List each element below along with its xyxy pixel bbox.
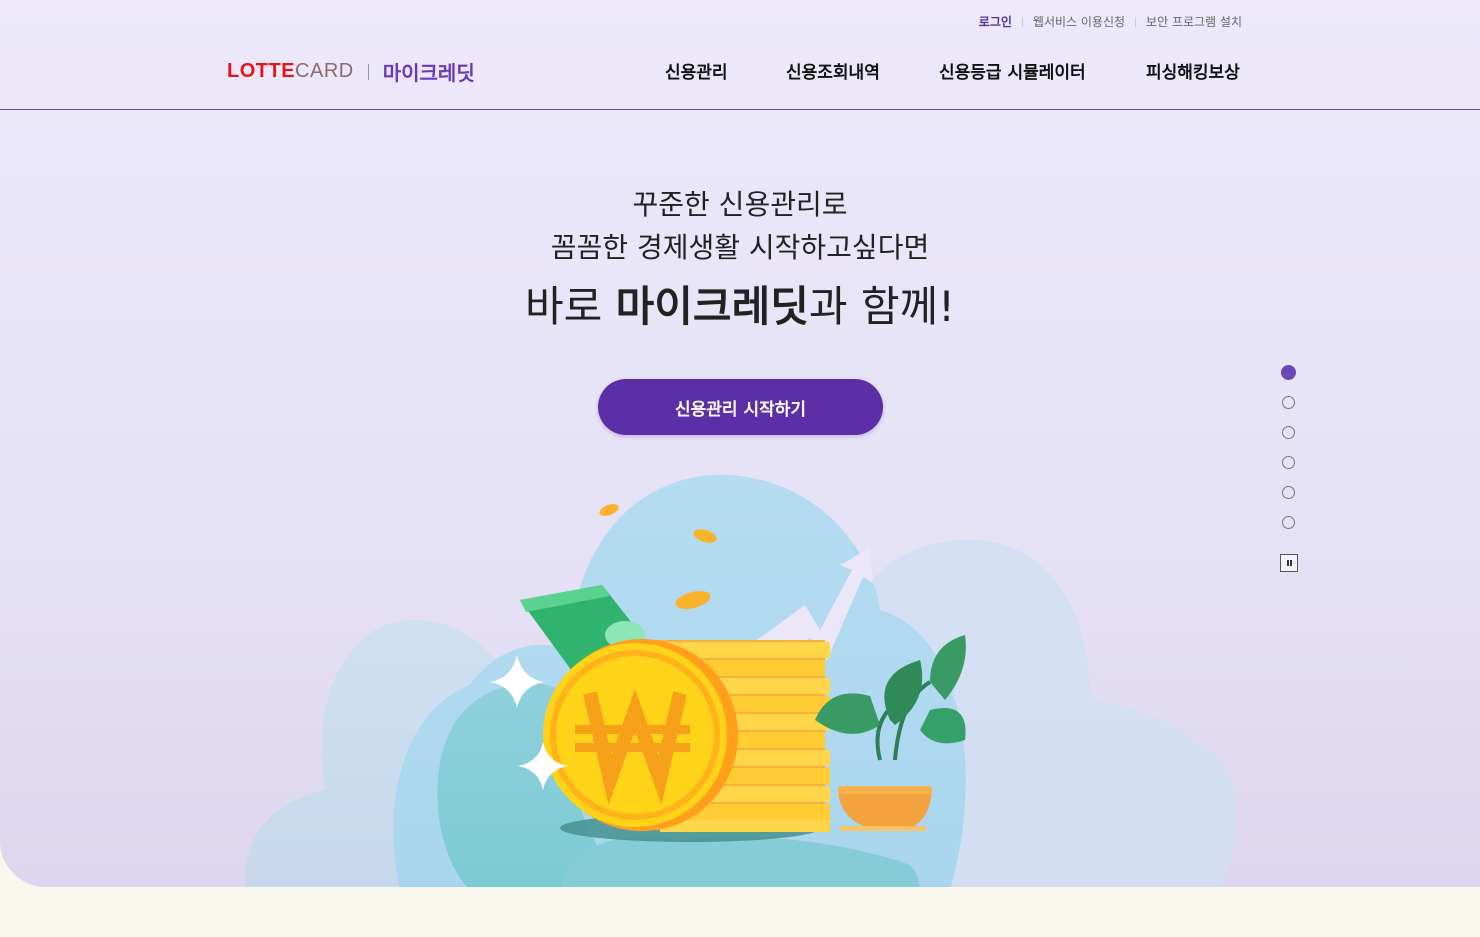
nav-credit-inquiry-history[interactable]: 신용조회내역 bbox=[786, 58, 880, 83]
hero-line-3-suffix: 과 함께! bbox=[808, 282, 955, 331]
slide-dot-1[interactable] bbox=[1281, 365, 1296, 380]
hero-illustration bbox=[244, 474, 1236, 887]
web-service-apply-link[interactable]: 웹서비스 이용신청 bbox=[1033, 13, 1125, 30]
floating-coin-1 bbox=[599, 504, 619, 516]
logo-lotte: LOTTE bbox=[227, 60, 296, 82]
site-header: 로그인 웹서비스 이용신청 보안 프로그램 설치 LOTTE CARD 마이크레… bbox=[0, 0, 1480, 110]
slide-dot-6[interactable] bbox=[1282, 516, 1295, 529]
won-coin-icon bbox=[543, 639, 738, 831]
logo-card: CARD bbox=[295, 60, 354, 82]
slide-dot-3[interactable] bbox=[1282, 426, 1295, 439]
divider bbox=[1021, 16, 1023, 27]
slide-dot-4[interactable] bbox=[1282, 456, 1295, 469]
slide-dot-5[interactable] bbox=[1282, 486, 1295, 499]
pause-icon[interactable] bbox=[1280, 554, 1298, 572]
hero-line-2: 꼼꼼한 경제생활 시작하고싶다면 bbox=[550, 231, 930, 264]
hero-line-3-prefix: 바로 bbox=[525, 282, 616, 331]
divider bbox=[1135, 16, 1137, 27]
login-link[interactable]: 로그인 bbox=[979, 13, 1012, 30]
hero-section: 로그인 웹서비스 이용신청 보안 프로그램 설치 LOTTE CARD 마이크레… bbox=[0, 0, 1480, 887]
nav-phishing-hacking-compensation[interactable]: 피싱해킹보상 bbox=[1146, 58, 1240, 83]
hero-line-3: 바로 마이크레딧과 함께! bbox=[0, 273, 1480, 334]
nav-credit-management[interactable]: 신용관리 bbox=[665, 58, 728, 83]
security-program-link[interactable]: 보안 프로그램 설치 bbox=[1146, 13, 1242, 30]
utility-links: 로그인 웹서비스 이용신청 보안 프로그램 설치 bbox=[979, 13, 1242, 30]
slide-dot-2[interactable] bbox=[1282, 396, 1295, 409]
logo-service-name: 마이크레딧 bbox=[382, 61, 475, 85]
hero-line-3-brand: 마이크레딧 bbox=[615, 282, 809, 331]
start-credit-management-button[interactable]: 신용관리 시작하기 bbox=[598, 379, 883, 435]
nav-credit-grade-simulator[interactable]: 신용등급 시뮬레이터 bbox=[939, 58, 1086, 83]
logo-divider bbox=[367, 63, 369, 80]
hero-line-1: 꾸준한 신용관리로 bbox=[632, 188, 848, 221]
logo[interactable]: LOTTE CARD 마이크레딧 bbox=[227, 57, 475, 86]
